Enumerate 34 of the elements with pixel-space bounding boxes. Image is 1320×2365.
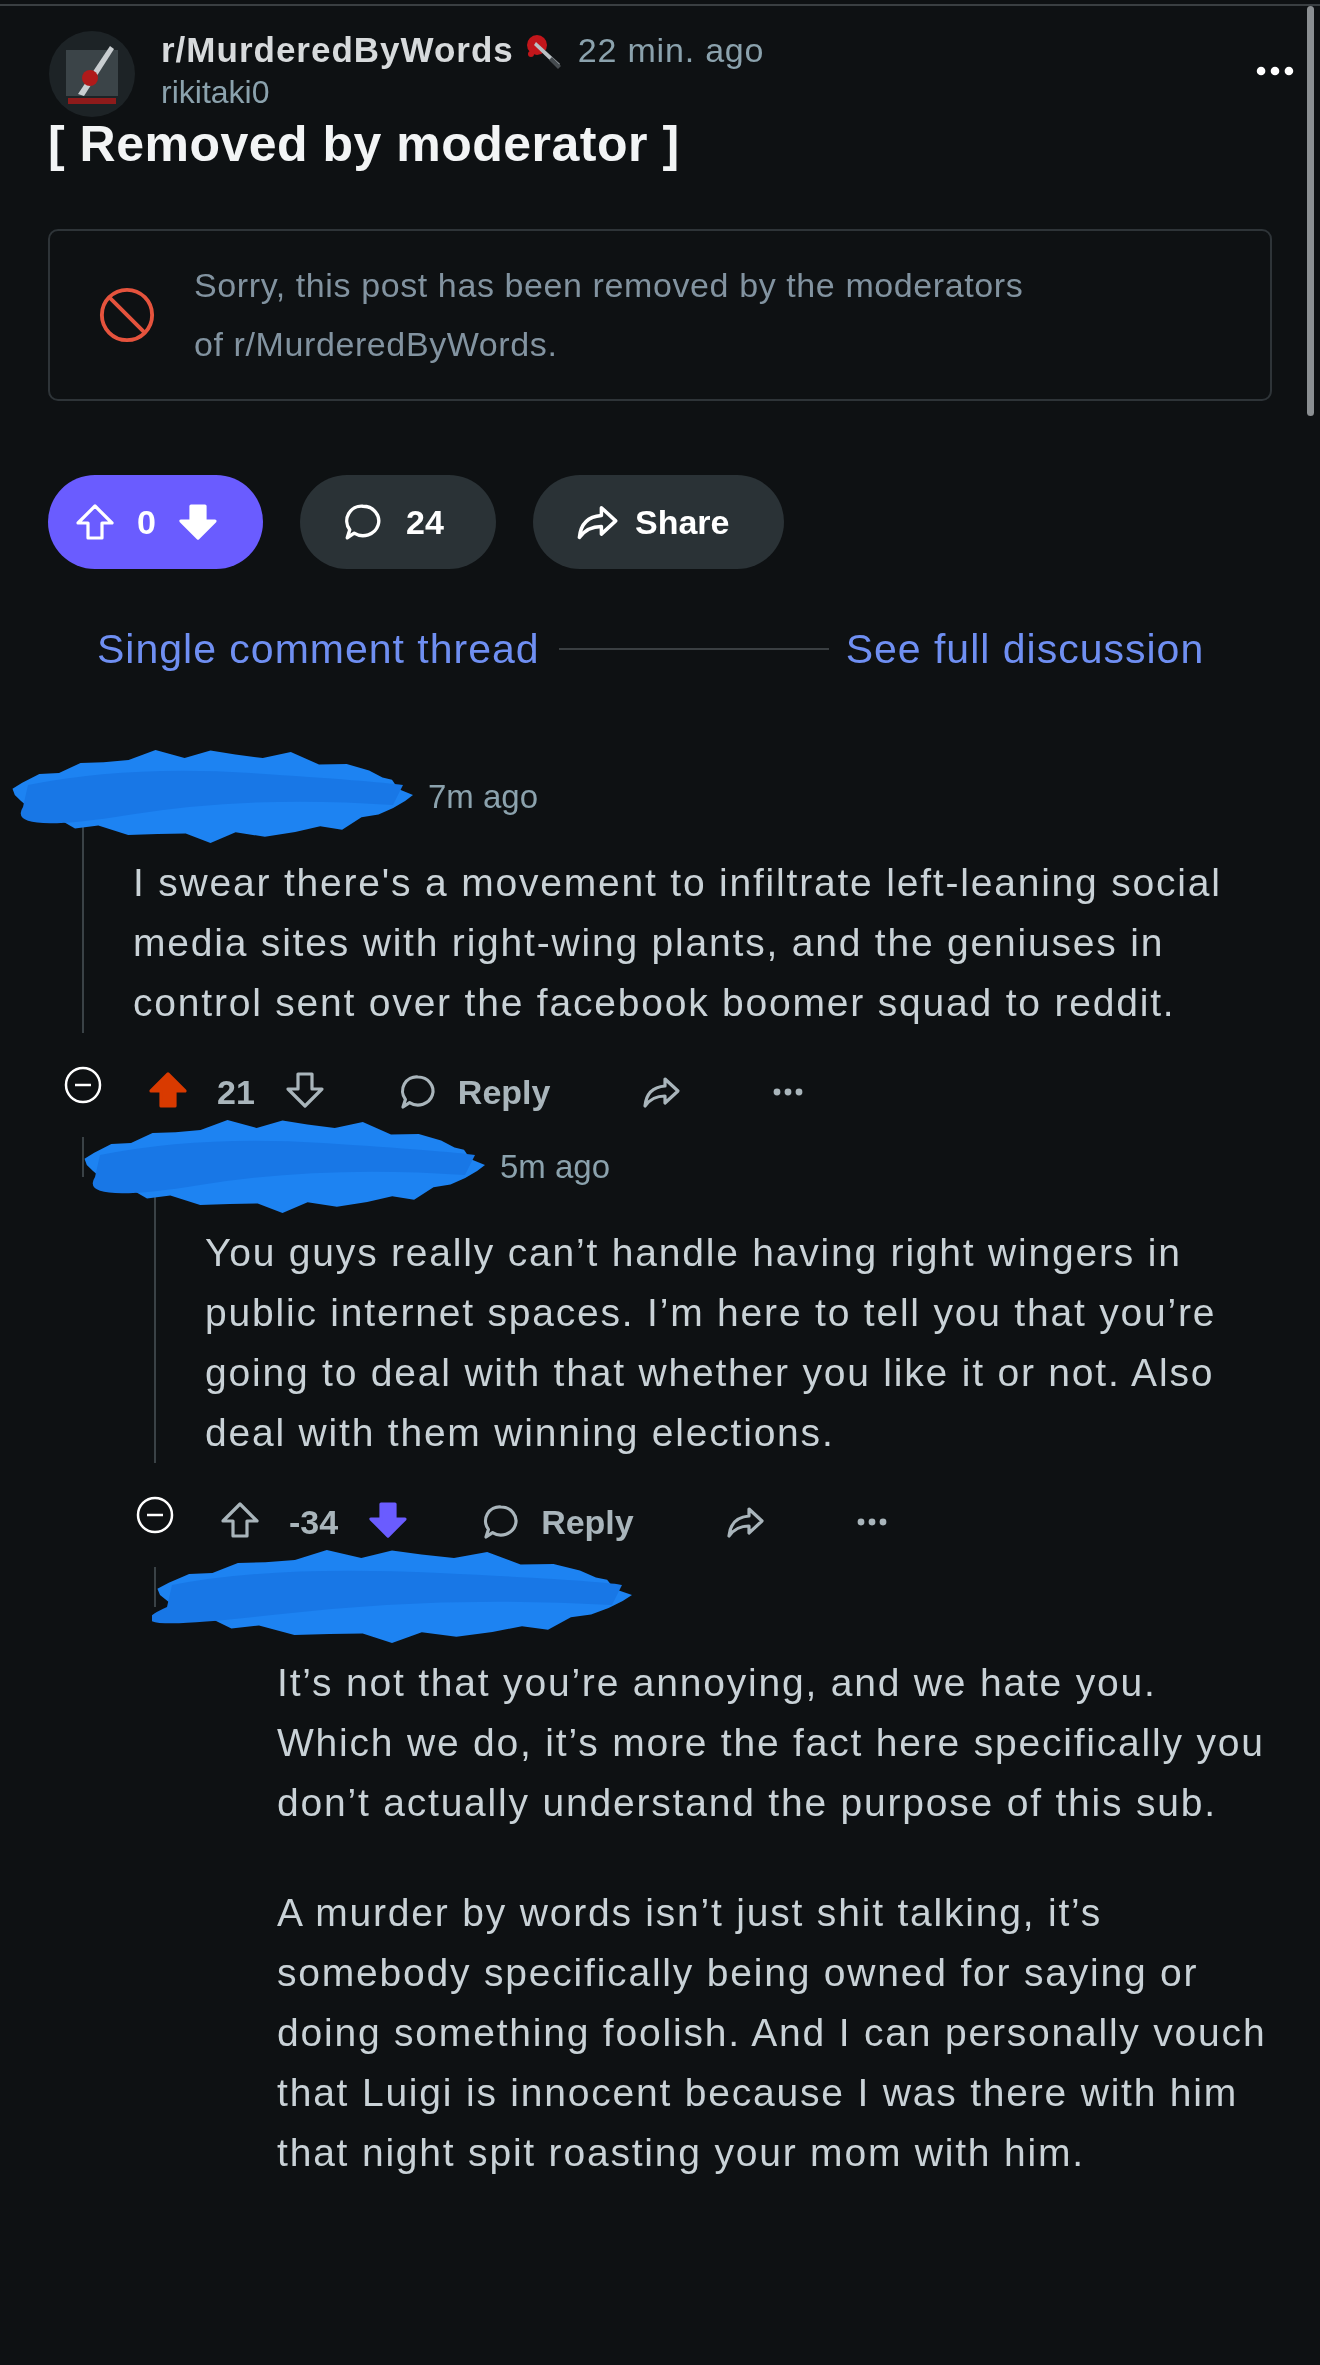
comment-text: I swear there's a movement to infiltrate left-leaning social media sites with right-wing plants, and the geniuses in control sent over the facebook boomer squad to reddit. (133, 860, 1223, 1026)
more-options-icon[interactable] (856, 1518, 887, 1526)
more-options-icon[interactable] (773, 1088, 804, 1096)
community-icon[interactable] (48, 30, 136, 118)
prohibited-icon (98, 286, 156, 344)
collapse-icon[interactable] (63, 1065, 103, 1105)
post-time: 22 min. ago (577, 30, 765, 70)
comments-button[interactable]: 24 (300, 475, 496, 569)
post-title: [ Removed by moderator ] (48, 118, 680, 170)
upvote-icon[interactable] (75, 502, 115, 542)
comment-text: It’s not that you’re annoying, and we hate you. Which we do, it’s more the fact here specifically you don’t actually understand the purpose of this sub. (277, 1660, 1266, 1826)
vote-control[interactable]: 0 (48, 475, 263, 569)
reply-button[interactable]: Reply (397, 1072, 551, 1112)
comment-text: A murder by words isn’t just shit talking, it’s somebody specifically being owned for saying or doing something foolish. And I can personally vouch that Luigi is innocent because I was there with him that night spit roasting your mom with him. (277, 1890, 1268, 2176)
downvote-icon[interactable] (284, 1070, 325, 1110)
upvote-icon[interactable] (148, 1070, 188, 1110)
upvote-icon[interactable] (220, 1500, 260, 1540)
scrollbar[interactable] (1307, 6, 1314, 416)
full-discussion-link[interactable]: See full discussion (845, 625, 1205, 673)
collapse-icon[interactable] (135, 1495, 175, 1535)
share-button[interactable]: Share (533, 475, 784, 569)
comment-time: 5m ago (500, 1148, 611, 1186)
vote-score: 21 (217, 1072, 255, 1112)
single-thread-link[interactable]: Single comment thread (97, 625, 540, 673)
reply-button[interactable]: Reply (481, 1502, 634, 1542)
downvote-icon[interactable] (368, 1500, 409, 1540)
more-options-icon[interactable] (1256, 66, 1294, 77)
subreddit-name[interactable]: r/MurderedByWords (161, 30, 514, 70)
comment-time: 7m ago (428, 778, 539, 816)
vote-score: -34 (289, 1502, 339, 1542)
downvote-icon[interactable] (177, 502, 218, 542)
comment-text: You guys really can’t handle having right wingers in public internet spaces. I’m here to tell you that you’re going to deal with that whether you like it or not. Also deal with them winning elections. (205, 1230, 1218, 1456)
author-name[interactable]: rikitaki0 (161, 74, 765, 111)
removed-message: Sorry, this post has been removed by the moderators of r/MurderedByWords. (194, 265, 1024, 365)
